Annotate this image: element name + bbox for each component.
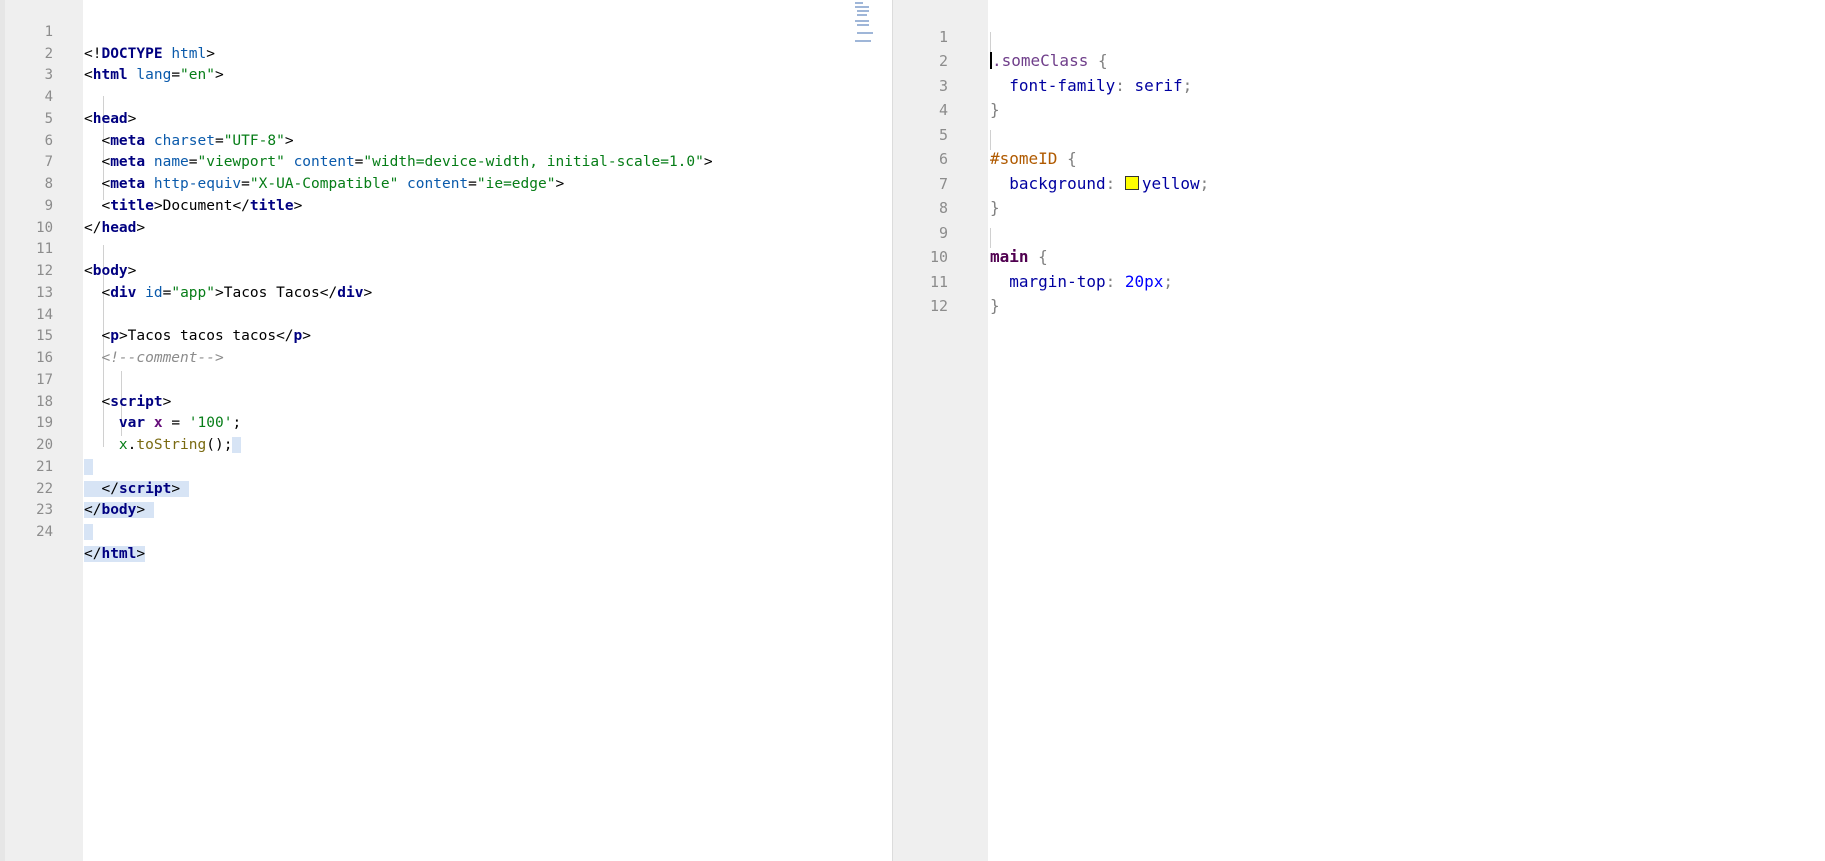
- code-line[interactable]: 13: [0, 261, 892, 301]
- minimap-line: [855, 6, 869, 8]
- code-line[interactable]: 8: [892, 172, 1825, 217]
- code-line[interactable]: 12 <div id="app">Tacos Tacos</div>: [0, 239, 892, 301]
- code-line[interactable]: 23: [0, 479, 892, 540]
- code-line[interactable]: 1 .someClass {: [892, 0, 1825, 71]
- css-code-lines[interactable]: 1 .someClass { 2 font-family: serif; 3 }…: [892, 0, 1825, 316]
- minimap-line: [857, 32, 873, 34]
- code-line[interactable]: 14 <p>Tacos tacos tacos</p>: [0, 283, 892, 345]
- minimap-line: [855, 2, 863, 4]
- code-line[interactable]: 15 <!--comment-->: [0, 305, 892, 366]
- code-minimap[interactable]: [853, 0, 873, 50]
- minimap-line: [855, 20, 869, 22]
- code-line[interactable]: 6 <meta name="viewport" content="width=d…: [0, 109, 892, 171]
- punct: </: [84, 545, 102, 562]
- punct: >: [136, 545, 146, 562]
- code-line[interactable]: 6 background: yellow;: [892, 123, 1825, 193]
- code-line[interactable]: 12: [892, 270, 1825, 315]
- line-number: 24: [36, 524, 53, 540]
- minimap-line: [857, 24, 869, 26]
- code-line[interactable]: 8 <title>Document</title>: [0, 152, 892, 214]
- line-number: 12: [929, 297, 948, 315]
- selection-highlight: [84, 524, 93, 540]
- css-editor-pane[interactable]: 1 .someClass { 2 font-family: serif; 3 }…: [892, 0, 1825, 861]
- code-line[interactable]: 24 </html>: [0, 500, 892, 562]
- selection-highlight: </html>: [84, 545, 146, 562]
- code-line[interactable]: 21 </script>: [0, 435, 892, 497]
- code-line[interactable]: 3 }: [892, 49, 1825, 120]
- minimap-line: [857, 10, 869, 12]
- css-brace: }: [990, 296, 1000, 315]
- code-line[interactable]: 17 <script>: [0, 348, 892, 410]
- code-line[interactable]: 22 </body>: [0, 457, 892, 519]
- code-line[interactable]: 3: [0, 44, 892, 83]
- html-editor-pane[interactable]: 1 <!DOCTYPE html> 2 <html lang="en"> 3 4…: [0, 0, 892, 861]
- code-line[interactable]: 1 <!DOCTYPE html>: [0, 0, 892, 62]
- code-line[interactable]: 9 main {: [892, 196, 1825, 267]
- code-line[interactable]: 10: [0, 196, 892, 236]
- html-code-lines[interactable]: 1 <!DOCTYPE html> 2 <html lang="en"> 3 4…: [0, 0, 892, 562]
- code-line[interactable]: 18 var x = '100';: [0, 370, 892, 432]
- code-line[interactable]: 5 <meta charset="UTF-8">: [0, 87, 892, 149]
- code-line[interactable]: 7 <meta http-equiv="X-UA-Compatible" con…: [0, 131, 892, 192]
- code-line[interactable]: 11 <body>: [0, 218, 892, 279]
- code-line[interactable]: 16: [0, 326, 892, 366]
- code-line[interactable]: 2 font-family: serif;: [892, 25, 1825, 95]
- code-line[interactable]: 19 x.toString();: [0, 392, 892, 453]
- tag-name: html: [101, 545, 137, 562]
- code-line[interactable]: 2 <html lang="en">: [0, 22, 892, 84]
- code-line[interactable]: 7 }: [892, 147, 1825, 218]
- code-line[interactable]: 9 </head>: [0, 174, 892, 236]
- code-line[interactable]: 4: [892, 74, 1825, 119]
- code-line[interactable]: 5 #someID {: [892, 98, 1825, 169]
- code-line[interactable]: 20: [0, 413, 892, 475]
- code-line[interactable]: 4 <head>: [0, 65, 892, 127]
- code-line[interactable]: 10 margin-top: 20px;: [892, 221, 1825, 291]
- minimap-line: [855, 40, 871, 42]
- code-line[interactable]: 11 }: [892, 245, 1825, 316]
- minimap-line: [857, 14, 867, 16]
